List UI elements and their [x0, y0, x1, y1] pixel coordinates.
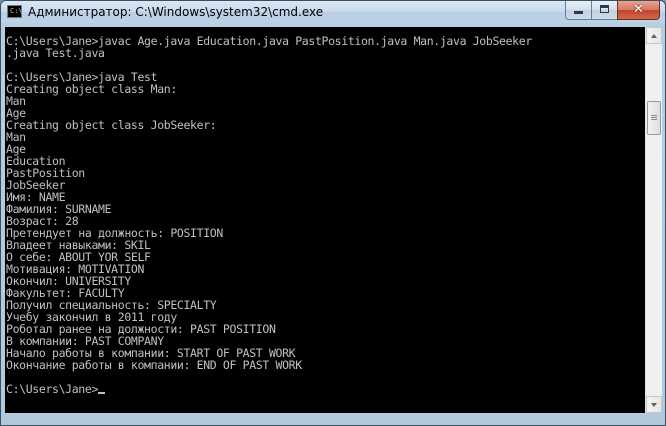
text-cursor	[98, 392, 106, 394]
close-icon: ✕	[633, 2, 644, 17]
grip-icon	[651, 117, 657, 118]
window-title: Администратор: C:\Windows\system32\cmd.e…	[28, 5, 324, 19]
console-output: C:\Users\Jane>javac Age.java Education.j…	[6, 35, 532, 395]
console-area[interactable]: C:\Users\Jane>javac Age.java Education.j…	[5, 27, 645, 413]
cmd-window: C:\ Администратор: C:\Windows\system32\c…	[0, 0, 666, 426]
resize-corner[interactable]	[645, 413, 662, 425]
app-icon-label: C:\	[10, 7, 23, 15]
close-button[interactable]: ✕	[617, 1, 660, 20]
arrow-down-icon	[651, 403, 657, 407]
console-line: Окончание работы в компании: END OF PAST…	[6, 358, 302, 372]
grip-icon	[651, 119, 657, 120]
maximize-button[interactable]	[591, 1, 617, 20]
cmd-app-icon[interactable]: C:\	[7, 5, 23, 18]
console-line: C:\Users\Jane>	[6, 382, 99, 396]
minimize-button[interactable]	[565, 1, 591, 20]
bottom-frame	[5, 413, 645, 425]
maximize-icon	[600, 5, 609, 13]
grip-icon	[651, 115, 657, 116]
console-line: Creating object class Man:	[6, 82, 177, 96]
console-line: .java Test.java	[6, 46, 105, 60]
title-bar[interactable]: C:\ Администратор: C:\Windows\system32\c…	[1, 1, 665, 23]
caption-buttons: ✕	[565, 1, 660, 20]
scroll-down-button[interactable]	[646, 396, 662, 413]
scroll-thumb[interactable]	[647, 101, 661, 135]
scroll-up-button[interactable]	[646, 27, 662, 44]
vertical-scrollbar[interactable]	[645, 27, 662, 413]
console-line: Creating object class JobSeeker:	[6, 118, 217, 132]
arrow-up-icon	[651, 34, 657, 38]
minimize-icon	[574, 11, 583, 14]
